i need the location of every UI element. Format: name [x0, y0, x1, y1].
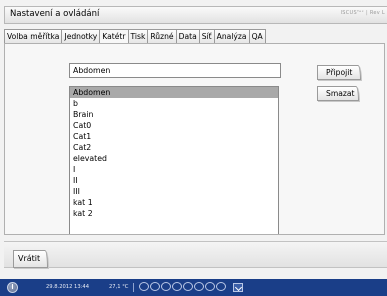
catheter-list[interactable]: Abdomen b Brain Cat0 Cat1 Cat2 elevated …	[69, 86, 279, 234]
list-item[interactable]: Brain	[70, 109, 278, 120]
tab-qa[interactable]: QA	[249, 29, 266, 44]
list-item[interactable]: III	[70, 186, 278, 197]
delete-button[interactable]: Smazat	[317, 86, 359, 101]
list-item[interactable]: Abdomen	[70, 87, 278, 98]
list-item[interactable]: kat 1	[70, 197, 278, 208]
list-item[interactable]: Cat0	[70, 120, 278, 131]
power-icon[interactable]	[7, 282, 18, 293]
bottom-bar: Vrátit	[4, 241, 387, 268]
list-item[interactable]: I	[70, 164, 278, 175]
tab-volba-meritka[interactable]: Volba měřítka	[5, 29, 63, 44]
tab-tisk[interactable]: Tisk	[128, 29, 149, 44]
tab-data[interactable]: Data	[176, 29, 200, 44]
list-item[interactable]: kat 2	[70, 208, 278, 219]
list-item[interactable]: II	[70, 175, 278, 186]
list-item[interactable]: Cat1	[70, 131, 278, 142]
tab-ruzne[interactable]: Různé	[148, 29, 177, 44]
tab-bar: Volba měřítka Jednotky Katétr Tisk Různé…	[4, 29, 266, 44]
catheter-name-input[interactable]: Abdomen	[69, 63, 281, 78]
settings-screen: Nastavení a ovládání ISCUSᵀᵉˣ | Rev L Vo…	[0, 0, 387, 296]
list-item[interactable]: b	[70, 98, 278, 109]
tab-sit[interactable]: Síť	[199, 29, 215, 44]
status-bar: 29.8.2012 13:44 27,1 °C	[0, 279, 387, 296]
tab-katetr[interactable]: Katétr	[100, 29, 129, 44]
brand-logo: ISCUSᵀᵉˣ | Rev L	[340, 10, 385, 16]
status-temperature: 27,1 °C	[109, 284, 129, 290]
tab-analyza[interactable]: Analýza	[214, 29, 250, 44]
vial-slots-icon	[139, 282, 231, 293]
network-icon	[233, 283, 243, 292]
status-datetime: 29.8.2012 13:44	[46, 284, 89, 290]
catheter-panel: Abdomen Abdomen b Brain Cat0 Cat1 Cat2 e…	[4, 43, 385, 235]
tab-jednotky[interactable]: Jednotky	[62, 29, 101, 44]
window-title: Nastavení a ovládání	[10, 9, 100, 19]
list-item[interactable]: Cat2	[70, 142, 278, 153]
back-button[interactable]: Vrátit	[13, 250, 48, 268]
status-divider	[133, 283, 134, 292]
title-bar: Nastavení a ovládání ISCUSᵀᵉˣ | Rev L	[4, 6, 387, 24]
list-item[interactable]: elevated	[70, 153, 278, 164]
add-button[interactable]: Připojit	[317, 65, 361, 80]
